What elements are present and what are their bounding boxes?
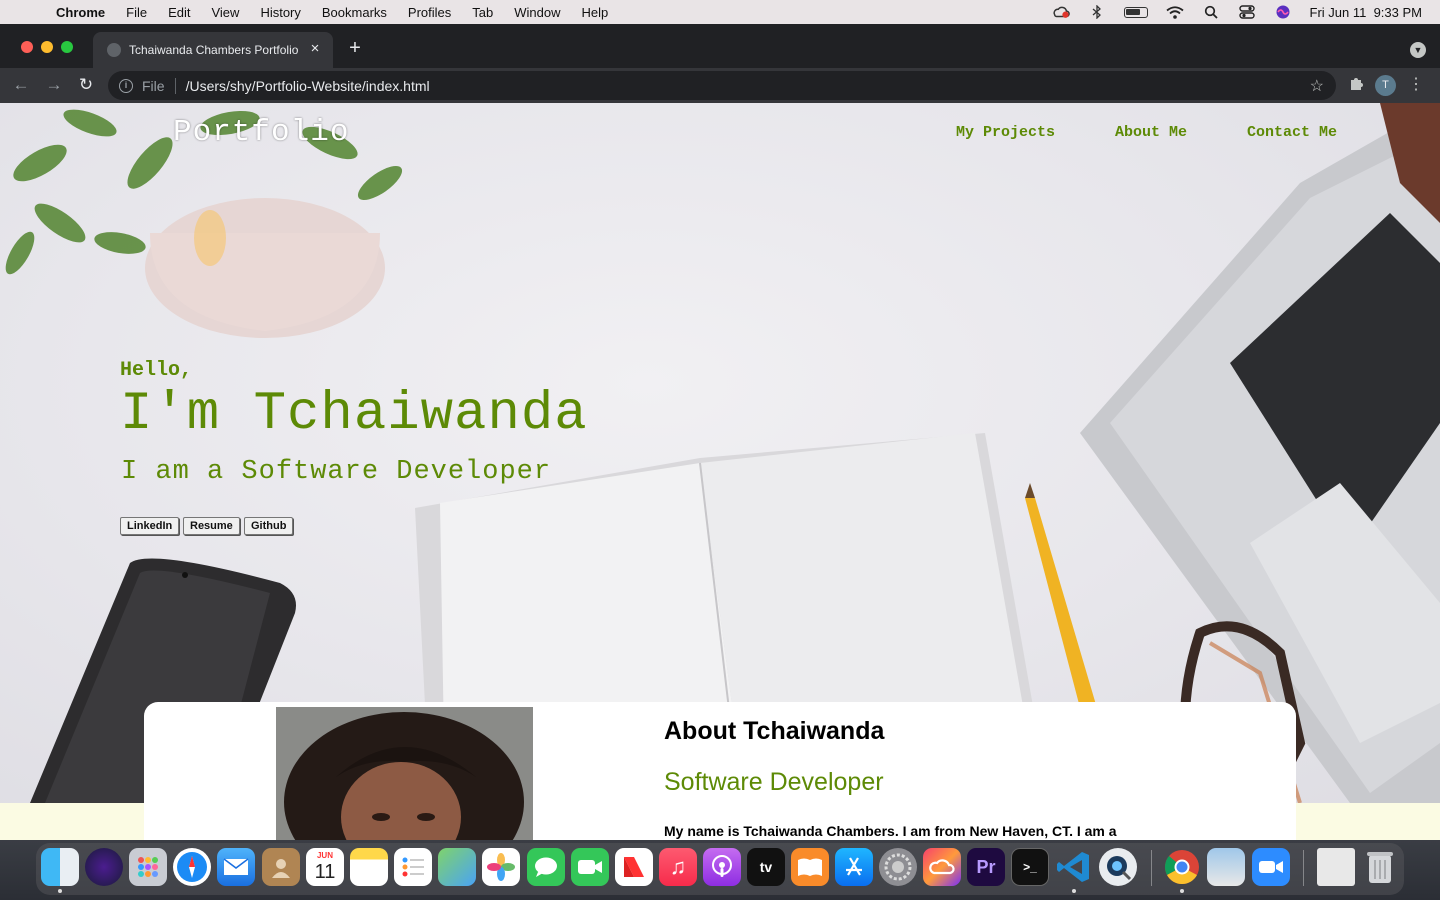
zoom-window-button[interactable]	[61, 41, 73, 53]
facetime-icon[interactable]	[571, 848, 609, 886]
menu-bar: Chrome File Edit View History Bookmarks …	[0, 0, 1440, 24]
siri-icon[interactable]	[1274, 5, 1292, 19]
zoom-icon[interactable]	[1252, 848, 1290, 886]
reminders-icon[interactable]	[394, 848, 432, 886]
news-icon[interactable]	[615, 848, 653, 886]
menu-help[interactable]: Help	[582, 5, 609, 20]
tab-strip: Tchaiwanda Chambers Portfolio × + ▼	[0, 24, 1440, 68]
nav-link-about-me[interactable]: About Me	[1115, 124, 1187, 141]
tab-title: Tchaiwanda Chambers Portfolio	[129, 43, 299, 57]
nav-link-contact-me[interactable]: Contact Me	[1247, 124, 1337, 141]
photos-icon[interactable]	[482, 848, 520, 886]
hero-name: I'm Tchaiwanda	[120, 384, 588, 445]
close-window-button[interactable]	[21, 41, 33, 53]
resume-button[interactable]: Resume	[183, 517, 240, 535]
menu-window[interactable]: Window	[514, 5, 560, 20]
apple-tv-label: tv	[759, 859, 773, 875]
maps-icon[interactable]	[438, 848, 476, 886]
premiere-pro-icon[interactable]: Pr	[967, 848, 1005, 886]
dock-separator	[1303, 850, 1304, 886]
browser-toolbar: ← → ↻ i File /Users/shy/Portfolio-Websit…	[0, 68, 1440, 103]
tab-search-icon[interactable]: ▼	[1410, 42, 1426, 58]
pdf-document-icon[interactable]	[1317, 848, 1355, 886]
terminal-icon[interactable]: >_	[1011, 848, 1049, 886]
menu-edit[interactable]: Edit	[168, 5, 190, 20]
trash-icon[interactable]	[1361, 848, 1399, 886]
site-info-icon[interactable]: i	[119, 78, 133, 93]
url-text[interactable]: /Users/shy/Portfolio-Website/index.html	[186, 78, 430, 94]
calendar-month: JUN	[316, 851, 333, 860]
messages-icon[interactable]	[527, 848, 565, 886]
hero-greeting: Hello,	[120, 359, 193, 382]
podcasts-icon[interactable]	[703, 848, 741, 886]
chrome-icon[interactable]	[1163, 848, 1201, 886]
wifi-icon[interactable]	[1165, 5, 1184, 19]
contacts-icon[interactable]	[262, 848, 300, 886]
quicktime-icon[interactable]	[1099, 848, 1137, 886]
control-center-icon[interactable]	[1238, 5, 1256, 19]
minimize-window-button[interactable]	[41, 41, 53, 53]
dock-separator	[1151, 850, 1152, 886]
finder-running-indicator	[58, 889, 62, 893]
menu-file[interactable]: File	[126, 5, 147, 20]
vscode-running-indicator	[1072, 889, 1076, 893]
menu-history[interactable]: History	[260, 5, 300, 20]
preview-icon[interactable]	[1207, 848, 1245, 886]
premiere-label: Pr	[976, 856, 996, 877]
profile-photo	[276, 707, 533, 840]
calendar-day: 11	[314, 861, 336, 883]
app-store-icon[interactable]	[835, 848, 873, 886]
url-separator	[174, 77, 176, 94]
books-icon[interactable]	[791, 848, 829, 886]
system-preferences-icon[interactable]	[879, 848, 917, 886]
extensions-puzzle-icon[interactable]	[1349, 75, 1365, 95]
profile-avatar[interactable]: T	[1375, 75, 1396, 96]
new-tab-button[interactable]: +	[345, 38, 365, 58]
mail-icon[interactable]	[217, 848, 255, 886]
creative-cloud-icon[interactable]	[923, 848, 961, 886]
safari-icon[interactable]	[173, 848, 211, 886]
chrome-running-indicator	[1180, 889, 1184, 893]
menu-tab[interactable]: Tab	[472, 5, 493, 20]
hero-role: I am a Software Developer	[121, 457, 552, 487]
tab-close-icon[interactable]: ×	[307, 41, 323, 57]
bookmark-star-icon[interactable]: ☆	[1310, 76, 1324, 96]
notes-icon[interactable]	[350, 848, 388, 886]
apple-tv-icon[interactable]: tv	[747, 848, 785, 886]
music-icon[interactable]: ♫	[659, 848, 697, 886]
finder-icon[interactable]	[41, 848, 79, 886]
forward-arrow-icon[interactable]: →	[43, 74, 65, 96]
calendar-icon[interactable]: JUN 11	[306, 848, 344, 886]
tab-favicon-icon	[107, 43, 121, 57]
github-button[interactable]: Github	[244, 517, 294, 535]
siri-dock-icon[interactable]	[85, 848, 123, 886]
back-arrow-icon[interactable]: ←	[10, 74, 32, 96]
desk-background-image	[5, 103, 1440, 803]
battery-icon[interactable]	[1123, 6, 1148, 18]
vscode-icon[interactable]	[1055, 848, 1093, 886]
reload-icon[interactable]: ↻	[75, 74, 97, 96]
menu-app-name[interactable]: Chrome	[56, 5, 105, 20]
page-viewport: Portfolio My Projects About Me Contact M…	[0, 103, 1440, 840]
more-menu-icon[interactable]: ⋮	[1408, 74, 1424, 94]
url-scheme-label: File	[142, 77, 165, 94]
address-bar[interactable]: i File /Users/shy/Portfolio-Website/inde…	[108, 71, 1336, 100]
about-title: About Tchaiwanda	[664, 717, 885, 745]
nav-link-my-projects[interactable]: My Projects	[956, 124, 1055, 141]
launchpad-icon[interactable]	[129, 848, 167, 886]
creative-cloud-status-icon[interactable]	[1052, 5, 1070, 19]
bluetooth-icon[interactable]	[1088, 5, 1106, 19]
site-logo[interactable]: Portfolio	[173, 115, 349, 150]
about-subtitle: Software Developer	[664, 768, 884, 796]
menu-profiles[interactable]: Profiles	[408, 5, 451, 20]
spotlight-search-icon[interactable]	[1202, 5, 1220, 19]
menu-clock[interactable]: Fri Jun 11 9:33 PM	[1310, 5, 1422, 20]
active-tab[interactable]: Tchaiwanda Chambers Portfolio ×	[93, 32, 333, 68]
linkedin-button[interactable]: LinkedIn	[120, 517, 180, 535]
about-paragraph: My name is Tchaiwanda Chambers. I am fro…	[664, 823, 1117, 839]
hero-section: Portfolio My Projects About Me Contact M…	[0, 103, 1440, 803]
menu-view[interactable]: View	[211, 5, 239, 20]
menu-bookmarks[interactable]: Bookmarks	[322, 5, 387, 20]
